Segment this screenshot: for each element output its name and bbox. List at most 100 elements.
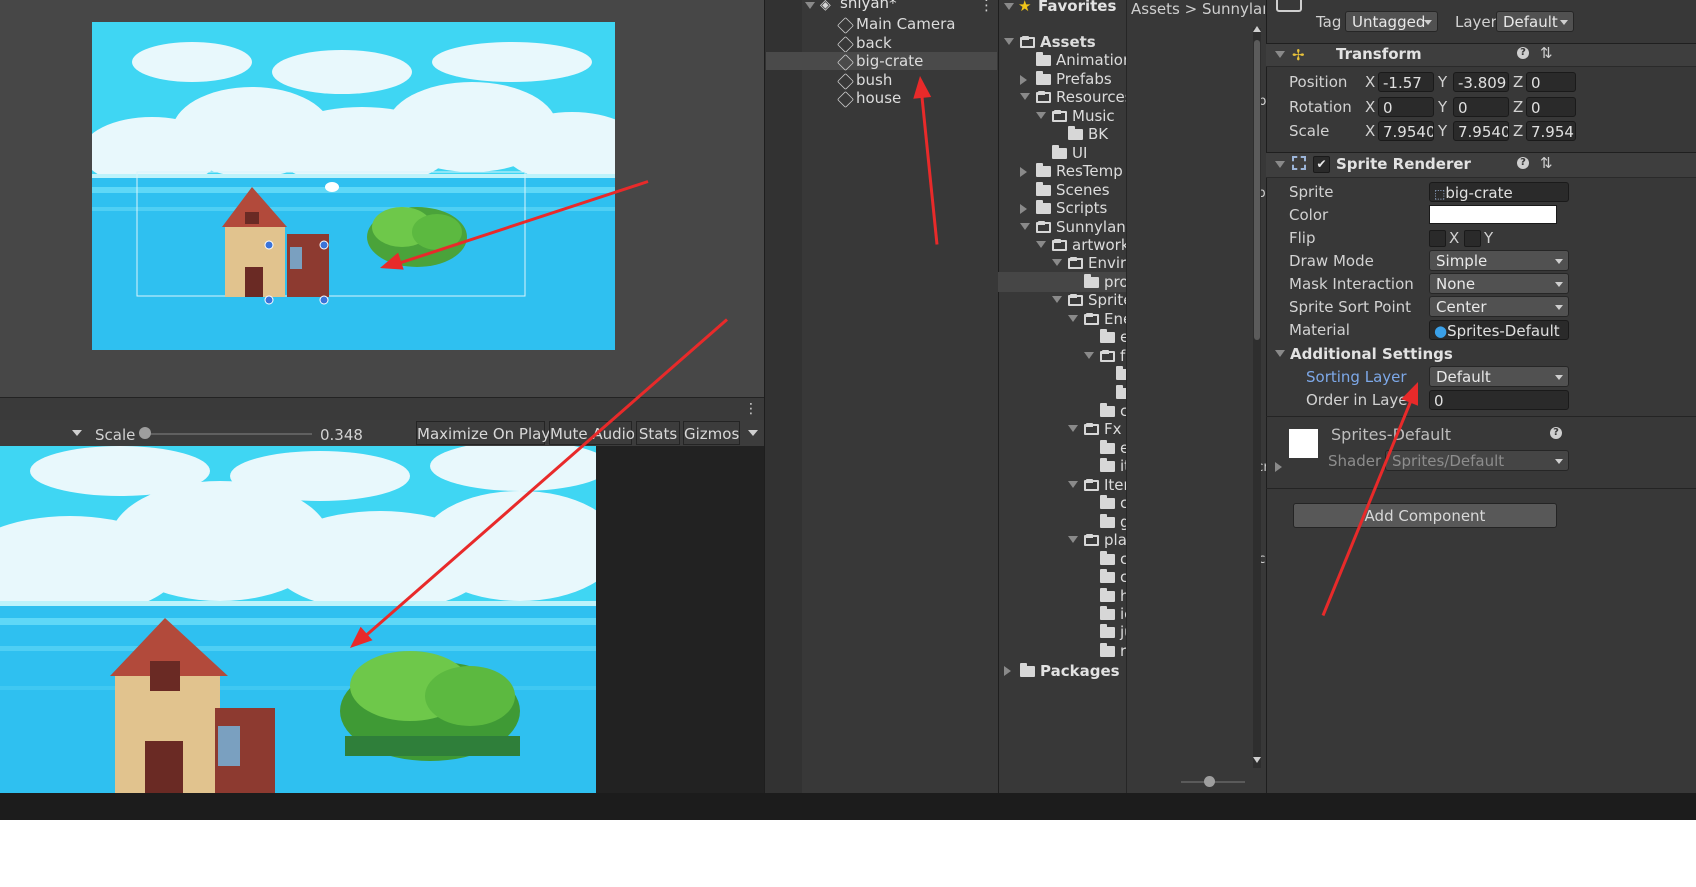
flip-x-checkbox[interactable]	[1429, 230, 1446, 247]
axis-y-label[interactable]: Y	[1438, 98, 1447, 116]
project-tree-item[interactable]: h	[998, 586, 1126, 606]
tag-dropdown[interactable]: Untagged	[1345, 11, 1438, 32]
sprite-renderer-settings-icon[interactable]: ⇅	[1540, 154, 1553, 172]
display-dropdown-icon[interactable]	[72, 430, 82, 436]
scale-x-field[interactable]: 7.9540	[1378, 121, 1434, 141]
project-tree-item[interactable]: artwork	[998, 235, 1126, 255]
expanded-icon[interactable]	[1084, 351, 1094, 359]
axis-x-label[interactable]: X	[1365, 122, 1375, 140]
expanded-icon[interactable]	[1068, 480, 1078, 488]
project-tree-item[interactable]: Sprite	[998, 290, 1126, 310]
layer-dropdown[interactable]: Default	[1496, 11, 1574, 32]
project-tree-item[interactable]: pro	[998, 271, 1126, 292]
project-tree-item[interactable]: Scripts	[998, 198, 1126, 218]
collapsed-icon[interactable]	[1020, 74, 1027, 85]
expanded-icon[interactable]	[1020, 222, 1030, 230]
project-tree-item[interactable]: Fx	[998, 419, 1126, 439]
project-tree-item[interactable]: Enviro	[998, 253, 1126, 273]
project-tree-item[interactable]: Resources	[998, 87, 1126, 107]
material-help-icon[interactable]: ?	[1550, 427, 1562, 439]
scale-slider-track[interactable]	[144, 433, 312, 435]
project-tree-item[interactable]: Music	[998, 106, 1126, 126]
axis-y-label[interactable]: Y	[1438, 73, 1447, 91]
hierarchy-item[interactable]: Main Camera	[766, 15, 997, 34]
additional-settings-title[interactable]: Additional Settings	[1290, 345, 1453, 363]
scale-slider-thumb[interactable]	[139, 427, 151, 439]
project-tree-item[interactable]	[998, 364, 1126, 384]
project-tree-item[interactable]: Scenes	[998, 180, 1126, 200]
transform-help-icon[interactable]: ?	[1517, 47, 1529, 59]
breadcrumb-sunnyland[interactable]: Sunnyland	[1202, 0, 1265, 18]
axis-x-label[interactable]: X	[1365, 73, 1375, 91]
material-block-foldout-icon[interactable]	[1275, 462, 1282, 472]
transform-foldout-icon[interactable]	[1275, 51, 1285, 58]
flip-y-checkbox[interactable]	[1464, 230, 1481, 247]
rotation-y-field[interactable]: 0	[1453, 97, 1509, 117]
project-tree-item[interactable]: ju	[998, 622, 1126, 642]
project-tree-item[interactable]: c	[998, 493, 1126, 513]
collapsed-icon[interactable]	[1004, 666, 1011, 676]
hierarchy-item[interactable]: big-crate	[766, 52, 997, 71]
project-tree-item[interactable]: Animation	[998, 50, 1126, 70]
game-viewport-image[interactable]	[0, 446, 596, 793]
project-tree-item[interactable]: g	[998, 512, 1126, 532]
expanded-icon[interactable]	[1052, 259, 1062, 267]
project-tree-item[interactable]: UI	[998, 143, 1126, 163]
sorting-layer-dropdown[interactable]: Default	[1429, 366, 1569, 387]
project-tree-item[interactable]: Assets	[998, 32, 1126, 52]
scroll-up-icon[interactable]	[1253, 26, 1261, 32]
transform-header[interactable]	[1266, 43, 1696, 67]
project-tree-item[interactable]: c	[998, 567, 1126, 587]
scale-z-field[interactable]: 7.954	[1526, 121, 1576, 141]
collapsed-icon[interactable]	[1020, 167, 1027, 178]
favorites-row[interactable]: ★ Favorites	[998, 0, 1126, 16]
packages-row[interactable]: Packages	[998, 661, 1126, 681]
position-y-field[interactable]: -3.809	[1453, 72, 1509, 92]
scene-expand-icon[interactable]	[805, 2, 815, 9]
project-tree-item[interactable]: e	[998, 327, 1126, 347]
project-tree-item[interactable]: Sunnyland	[998, 217, 1126, 237]
hierarchy-item[interactable]: back	[766, 34, 997, 53]
additional-settings-foldout-icon[interactable]	[1275, 350, 1285, 357]
scene-viewport-image[interactable]	[92, 22, 615, 350]
scene-menu-icon[interactable]: ⋮	[979, 0, 994, 14]
rotation-z-field[interactable]: 0	[1526, 97, 1576, 117]
project-tree-item[interactable]: Ene	[998, 309, 1126, 329]
mask-interaction-dropdown[interactable]: None	[1429, 273, 1569, 294]
expanded-icon[interactable]	[1052, 296, 1062, 304]
breadcrumb-assets[interactable]: Assets	[1131, 0, 1180, 18]
project-tree-item[interactable]: e	[998, 438, 1126, 458]
gizmos-dropdown-icon[interactable]	[748, 430, 758, 436]
hierarchy-scene-row[interactable]: ◈ shiyan* ⋮	[765, 0, 997, 14]
project-tree-item[interactable]: r	[998, 641, 1126, 661]
expanded-icon[interactable]	[1020, 93, 1030, 101]
project-tree-item[interactable]: pla	[998, 530, 1126, 550]
expanded-icon[interactable]	[1068, 314, 1078, 322]
project-tree-item[interactable]: f	[998, 346, 1126, 366]
transform-settings-icon[interactable]: ⇅	[1540, 44, 1553, 62]
sprite-renderer-help-icon[interactable]: ?	[1517, 157, 1529, 169]
scroll-down-icon[interactable]	[1253, 757, 1261, 763]
axis-z-label[interactable]: Z	[1513, 98, 1523, 116]
hierarchy-item[interactable]: bush	[766, 71, 997, 90]
project-scrollbar-thumb[interactable]	[1254, 40, 1260, 340]
project-tree-item[interactable]: Iter	[998, 475, 1126, 495]
project-tree-item[interactable]: c	[998, 549, 1126, 569]
draw-mode-dropdown[interactable]: Simple	[1429, 250, 1569, 271]
stats-button[interactable]: Stats	[636, 421, 680, 445]
sprite-renderer-enabled-checkbox[interactable]: ✔	[1313, 156, 1330, 173]
shader-dropdown[interactable]: Sprites/Default	[1385, 450, 1569, 471]
order-in-layer-field[interactable]: 0	[1429, 390, 1569, 410]
expanded-icon[interactable]	[1036, 240, 1046, 248]
scale-y-field[interactable]: 7.9540	[1453, 121, 1509, 141]
sprite-field[interactable]: ⬚big-crate	[1429, 182, 1569, 202]
maximize-on-play-button[interactable]: Maximize On Play	[416, 421, 550, 445]
axis-z-label[interactable]: Z	[1513, 73, 1523, 91]
expanded-icon[interactable]	[1068, 536, 1078, 544]
expanded-icon[interactable]	[1036, 111, 1046, 119]
game-view-menu-icon[interactable]: ⋮	[744, 401, 758, 417]
expanded-icon[interactable]	[1004, 38, 1014, 45]
position-z-field[interactable]: 0	[1526, 72, 1576, 92]
project-tree-item[interactable]: Prefabs	[998, 69, 1126, 89]
sprite-renderer-foldout-icon[interactable]	[1275, 161, 1285, 168]
